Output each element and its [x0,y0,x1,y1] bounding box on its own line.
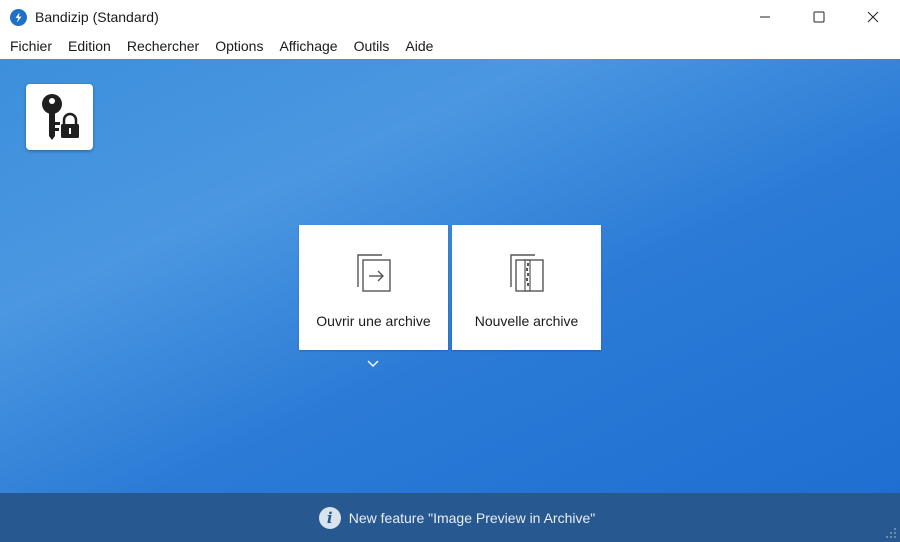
open-archive-icon [356,254,391,292]
menu-edition[interactable]: Edition [60,34,119,59]
password-manager-button[interactable] [26,84,93,150]
minimize-button[interactable] [738,0,792,34]
open-archive-button[interactable]: Ouvrir une archive [299,225,448,350]
menu-aide[interactable]: Aide [397,34,441,59]
menu-outils[interactable]: Outils [346,34,398,59]
bandizip-logo-icon [10,8,27,26]
resize-grip-icon[interactable] [885,527,897,539]
chevron-down-icon[interactable] [366,358,380,368]
maximize-icon [813,11,825,23]
main-area: Ouvrir une archive Nouvelle archive [0,59,900,493]
info-icon: i [318,506,341,529]
minimize-icon [760,16,770,18]
status-text: New feature "Image Preview in Archive" [348,509,596,526]
menu-affichage[interactable]: Affichage [271,34,345,59]
new-archive-label: Nouvelle archive [474,313,579,329]
new-archive-button[interactable]: Nouvelle archive [452,225,601,350]
menu-bar: Fichier Edition Rechercher Options Affic… [0,34,900,59]
feature-notice[interactable]: i New feature "Image Preview in Archive" [318,506,596,529]
menu-rechercher[interactable]: Rechercher [119,34,207,59]
close-button[interactable] [846,0,900,34]
close-icon [867,11,879,23]
open-archive-label: Ouvrir une archive [316,313,431,329]
new-archive-icon [509,254,544,292]
maximize-button[interactable] [792,0,846,34]
title-bar: Bandizip (Standard) [0,0,900,34]
menu-options[interactable]: Options [207,34,271,59]
window-title: Bandizip (Standard) [35,9,159,25]
status-bar: i New feature "Image Preview in Archive" [0,493,900,542]
window-controls [738,0,900,34]
key-lock-icon [41,94,79,140]
menu-fichier[interactable]: Fichier [2,34,60,59]
